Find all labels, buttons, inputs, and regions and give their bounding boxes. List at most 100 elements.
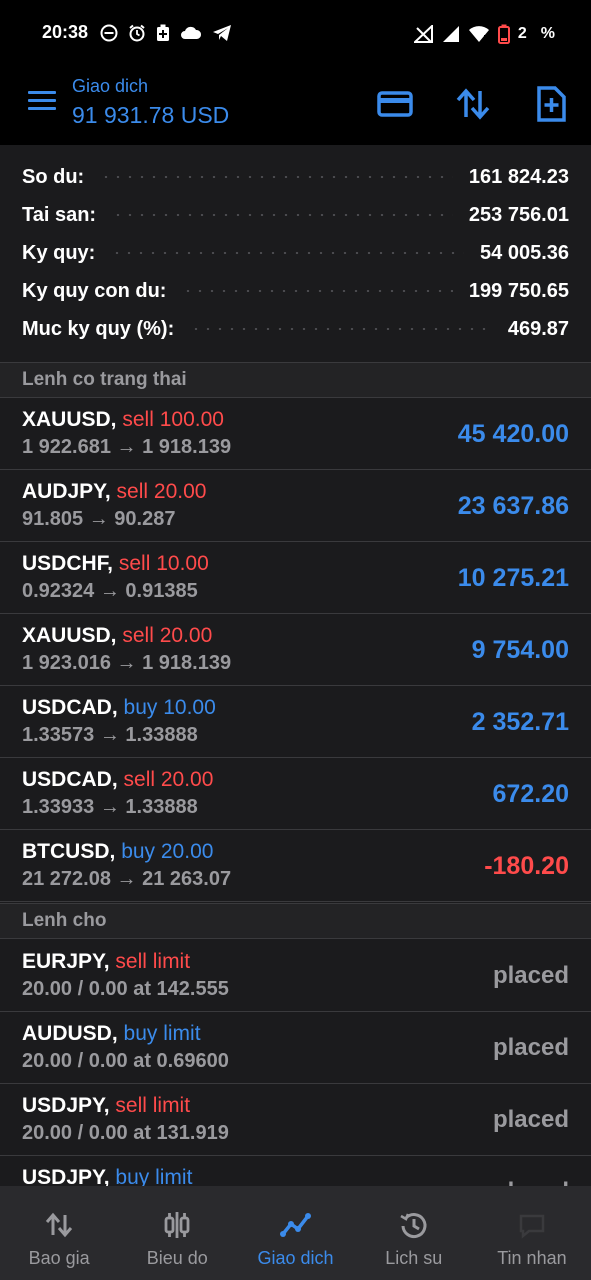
order-status: placed xyxy=(492,1106,569,1133)
order-symbol: EURJPY, xyxy=(22,950,110,973)
new-order-button[interactable] xyxy=(531,84,571,124)
summary-value: 161 824.23 xyxy=(468,165,569,188)
battery-low-icon xyxy=(497,24,510,44)
payment-card-button[interactable] xyxy=(375,84,415,124)
nav-quotes[interactable]: Bao gia xyxy=(0,1186,118,1280)
position-side: buy 20.00 xyxy=(121,840,214,863)
battery-saver-icon xyxy=(157,24,169,41)
position-symbol: USDCHF, xyxy=(22,552,114,575)
summary-value: 469.87 xyxy=(507,317,569,340)
order-row[interactable]: AUDUSD, buy limit 20.00 / 0.00 at 0.6960… xyxy=(0,1012,591,1084)
summary-label: Ky quy: xyxy=(22,241,96,264)
order-side: buy limit xyxy=(123,1022,201,1045)
position-prices: 21 272.08 → 21 263.07 xyxy=(22,868,232,890)
nav-charts[interactable]: Bieu do xyxy=(118,1186,236,1280)
order-side: sell limit xyxy=(115,1094,191,1117)
new-document-icon xyxy=(537,86,566,122)
order-symbol: AUDUSD, xyxy=(22,1022,118,1045)
position-symbol: USDCAD, xyxy=(22,696,118,719)
leader-dots xyxy=(100,176,453,178)
cloud-icon xyxy=(181,26,202,39)
nav-label: Bao gia xyxy=(28,1248,90,1268)
position-side: sell 20.00 xyxy=(123,768,214,791)
alarm-icon xyxy=(129,24,145,42)
telegram-icon xyxy=(213,25,231,41)
nav-history[interactable]: Lich su xyxy=(355,1186,473,1280)
arrows-updown-icon xyxy=(45,1212,73,1238)
status-left-icons xyxy=(100,24,232,42)
order-details: 20.00 / 0.00 at 142.555 xyxy=(22,978,229,1000)
sort-button[interactable] xyxy=(453,84,493,124)
position-side: sell 100.00 xyxy=(122,408,224,431)
wifi-icon xyxy=(468,26,489,42)
leader-dots xyxy=(112,214,453,216)
position-profit: 2 352.71 xyxy=(471,708,569,736)
leader-dots xyxy=(190,328,492,330)
bottom-nav: Bao gia Bieu do Giao dich Lich su Tin nh… xyxy=(0,1186,591,1280)
order-row[interactable]: EURJPY, sell limit 20.00 / 0.00 at 142.5… xyxy=(0,940,591,1012)
position-profit: 23 637.86 xyxy=(457,492,569,520)
orders-section-header: Lenh cho xyxy=(0,903,591,939)
position-prices: 1.33573 → 1.33888 xyxy=(22,724,198,746)
signal-icon xyxy=(442,26,459,42)
summary-row-free-margin: Ky quy con du: 199 750.65 xyxy=(22,276,569,306)
position-profit: -180.20 xyxy=(484,852,569,880)
position-row[interactable]: BTCUSD, buy 20.00 21 272.08 → 21 263.07 … xyxy=(0,830,591,902)
position-row[interactable]: USDCHF, sell 10.00 0.92324 → 0.91385 10 … xyxy=(0,542,591,614)
hamburger-menu-icon[interactable] xyxy=(28,91,56,115)
summary-value: 253 756.01 xyxy=(468,203,569,226)
position-prices: 1.33933 → 1.33888 xyxy=(22,796,198,818)
position-row[interactable]: AUDJPY, sell 20.00 91.805 → 90.287 23 63… xyxy=(0,470,591,542)
position-profit: 672.20 xyxy=(492,780,569,808)
chat-icon xyxy=(519,1214,545,1239)
battery-percent: % xyxy=(540,25,555,42)
order-row[interactable]: USDJPY, sell limit 20.00 / 0.00 at 131.9… xyxy=(0,1084,591,1156)
battery-level: 2 xyxy=(517,25,527,42)
sort-arrows-icon xyxy=(456,88,490,120)
credit-card-icon xyxy=(377,91,413,117)
nav-messages[interactable]: Tin nhan xyxy=(473,1186,591,1280)
account-balance: 91 931.78 USD xyxy=(72,102,230,128)
position-row[interactable]: USDCAD, sell 20.00 1.33933 → 1.33888 672… xyxy=(0,758,591,830)
position-side: buy 10.00 xyxy=(123,696,216,719)
position-prices: 91.805 → 90.287 xyxy=(22,508,176,530)
position-row[interactable]: XAUUSD, sell 100.00 1 922.681 → 1 918.13… xyxy=(0,398,591,470)
order-status: placed xyxy=(492,962,569,989)
leader-dots xyxy=(182,290,453,292)
order-details: 20.00 / 0.00 at 131.919 xyxy=(22,1122,229,1144)
position-profit: 9 754.00 xyxy=(471,636,569,664)
summary-value: 54 005.36 xyxy=(480,241,569,264)
summary-row-margin: Ky quy: 54 005.36 xyxy=(22,238,569,268)
candlestick-icon xyxy=(164,1212,190,1238)
order-symbol: USDJPY, xyxy=(22,1094,110,1117)
nav-trade[interactable]: Giao dich xyxy=(236,1186,354,1280)
app-bar: Giao dich 91 931.78 USD xyxy=(0,70,591,145)
position-prices: 1 923.016 → 1 918.139 xyxy=(22,652,232,674)
position-side: sell 10.00 xyxy=(118,552,209,575)
summary-label: So du: xyxy=(22,165,85,188)
position-symbol: AUDJPY, xyxy=(22,480,111,503)
account-summary: So du: 161 824.23 Tai san: 253 756.01 Ky… xyxy=(0,145,591,362)
summary-row-balance: So du: 161 824.23 xyxy=(22,162,569,192)
summary-row-equity: Tai san: 253 756.01 xyxy=(22,200,569,230)
trade-chart-icon xyxy=(279,1213,311,1237)
position-row[interactable]: XAUUSD, sell 20.00 1 923.016 → 1 918.139… xyxy=(0,614,591,686)
status-bar: 20:38 2 % xyxy=(0,0,591,70)
history-icon xyxy=(400,1213,427,1239)
order-side: sell limit xyxy=(115,950,191,973)
summary-row-margin-level: Muc ky quy (%): 469.87 xyxy=(22,314,569,344)
position-row[interactable]: USDCAD, buy 10.00 1.33573 → 1.33888 2 35… xyxy=(0,686,591,758)
position-symbol: XAUUSD, xyxy=(22,408,117,431)
positions-section-header: Lenh co trang thai xyxy=(0,362,591,398)
nav-label: Giao dich xyxy=(257,1248,334,1268)
summary-label: Muc ky quy (%): xyxy=(22,317,175,340)
page-title: Giao dich xyxy=(72,76,149,96)
position-symbol: XAUUSD, xyxy=(22,624,117,647)
position-prices: 1 922.681 → 1 918.139 xyxy=(22,436,232,458)
dnd-icon xyxy=(100,24,118,42)
position-profit: 10 275.21 xyxy=(457,564,569,592)
nav-label: Tin nhan xyxy=(497,1248,567,1268)
summary-value: 199 750.65 xyxy=(468,279,569,302)
order-details: 20.00 / 0.00 at 0.69600 xyxy=(22,1050,229,1072)
position-profit: 45 420.00 xyxy=(457,420,569,448)
